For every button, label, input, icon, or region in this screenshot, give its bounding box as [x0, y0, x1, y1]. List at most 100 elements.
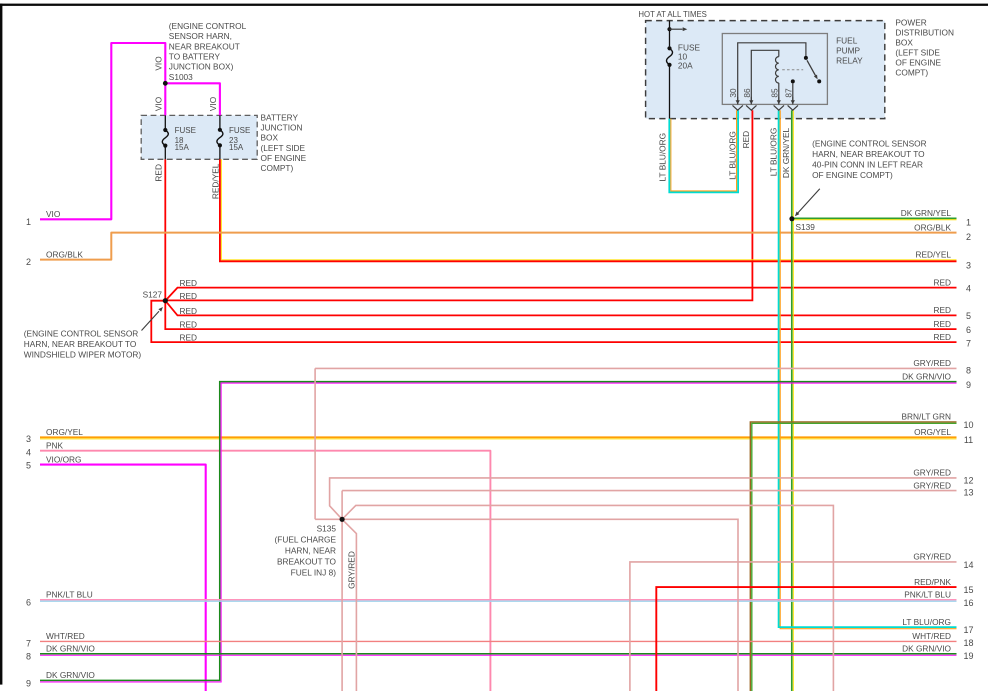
svg-text:VIO: VIO: [153, 56, 163, 71]
svg-text:15A: 15A: [175, 143, 190, 152]
svg-text:S139: S139: [796, 222, 816, 232]
svg-text:RED: RED: [153, 164, 163, 182]
svg-text:FUEL INJ 8): FUEL INJ 8): [291, 568, 337, 578]
svg-text:FUEL: FUEL: [836, 36, 858, 46]
svg-text:HARN, NEAR BREAKOUT TO: HARN, NEAR BREAKOUT TO: [24, 339, 137, 349]
svg-text:NEAR BREAKOUT: NEAR BREAKOUT: [169, 41, 240, 51]
svg-text:(ENGINE CONTROL: (ENGINE CONTROL: [169, 21, 247, 31]
svg-text:PUMP: PUMP: [836, 46, 860, 56]
svg-text:6: 6: [966, 325, 971, 335]
svg-text:8: 8: [966, 366, 971, 376]
svg-text:RED: RED: [180, 278, 198, 288]
svg-text:5: 5: [966, 311, 971, 321]
svg-text:LT BLU/ORG: LT BLU/ORG: [902, 617, 951, 627]
svg-text:FUSE: FUSE: [175, 126, 196, 135]
svg-text:(LEFT SIDE: (LEFT SIDE: [895, 47, 940, 57]
svg-text:WINDSHIELD WIPER MOTOR): WINDSHIELD WIPER MOTOR): [24, 349, 142, 359]
svg-text:ORG/BLK: ORG/BLK: [914, 222, 951, 232]
svg-text:BOX: BOX: [895, 37, 913, 47]
svg-text:LT BLU/ORG: LT BLU/ORG: [658, 133, 668, 182]
svg-text:GRY/RED: GRY/RED: [913, 480, 951, 490]
svg-text:GRY/RED: GRY/RED: [347, 551, 357, 589]
svg-text:(ENGINE CONTROL SENSOR: (ENGINE CONTROL SENSOR: [24, 329, 138, 339]
svg-text:10: 10: [963, 420, 973, 430]
svg-text:15: 15: [963, 585, 973, 595]
svg-text:RELAY: RELAY: [836, 56, 863, 66]
svg-text:COMPT): COMPT): [261, 163, 294, 173]
svg-text:S135: S135: [317, 523, 337, 533]
svg-text:3: 3: [26, 434, 31, 444]
svg-text:BOX: BOX: [261, 133, 279, 143]
svg-text:2: 2: [26, 257, 31, 267]
svg-text:WHT/RED: WHT/RED: [46, 631, 85, 641]
svg-text:GRY/RED: GRY/RED: [913, 358, 951, 368]
svg-text:DK GRN/YEL: DK GRN/YEL: [781, 127, 791, 178]
svg-text:VIO/ORG: VIO/ORG: [46, 454, 82, 464]
svg-text:S1003: S1003: [169, 72, 193, 82]
svg-text:RED: RED: [180, 320, 198, 330]
svg-text:(ENGINE CONTROL SENSOR: (ENGINE CONTROL SENSOR: [812, 139, 926, 149]
svg-text:9: 9: [966, 380, 971, 390]
svg-text:VIO: VIO: [153, 96, 163, 111]
svg-text:PNK/LT BLU: PNK/LT BLU: [46, 590, 93, 600]
svg-text:RED: RED: [180, 333, 198, 343]
svg-text:PNK: PNK: [46, 441, 64, 451]
svg-text:S127: S127: [143, 289, 163, 299]
svg-text:2: 2: [966, 232, 971, 242]
svg-text:JUNCTION: JUNCTION: [261, 123, 303, 133]
svg-text:HARN, NEAR BREAKOUT TO: HARN, NEAR BREAKOUT TO: [812, 149, 925, 159]
svg-text:1: 1: [26, 217, 31, 227]
svg-text:LT BLU/ORG: LT BLU/ORG: [769, 128, 779, 177]
svg-text:7: 7: [966, 339, 971, 349]
svg-text:40-PIN CONN IN LEFT REAR: 40-PIN CONN IN LEFT REAR: [812, 160, 923, 170]
svg-text:RED: RED: [933, 305, 951, 315]
svg-text:OF ENGINE: OF ENGINE: [261, 153, 307, 163]
svg-text:BATTERY: BATTERY: [261, 113, 299, 123]
svg-text:4: 4: [26, 448, 31, 458]
svg-text:8: 8: [26, 652, 31, 662]
svg-text:20A: 20A: [678, 61, 693, 71]
svg-text:TO BATTERY: TO BATTERY: [169, 52, 221, 62]
svg-text:PNK/LT BLU: PNK/LT BLU: [904, 590, 951, 600]
svg-text:DISTRIBUTION: DISTRIBUTION: [895, 27, 954, 37]
svg-text:RED: RED: [180, 306, 198, 316]
svg-text:15A: 15A: [229, 143, 244, 152]
svg-text:6: 6: [26, 598, 31, 608]
svg-text:WHT/RED: WHT/RED: [912, 631, 951, 641]
svg-text:VIO: VIO: [46, 209, 61, 219]
svg-text:RED/PNK: RED/PNK: [914, 577, 951, 587]
svg-text:DK GRN/YEL: DK GRN/YEL: [901, 208, 952, 218]
svg-text:DK GRN/VIO: DK GRN/VIO: [46, 670, 95, 680]
svg-text:COMPT): COMPT): [895, 68, 928, 78]
svg-text:19: 19: [963, 651, 973, 661]
svg-text:HARN, NEAR: HARN, NEAR: [285, 546, 336, 556]
svg-text:18: 18: [963, 638, 973, 648]
svg-text:(LEFT SIDE: (LEFT SIDE: [261, 143, 306, 153]
svg-text:3: 3: [966, 261, 971, 271]
svg-text:(FUEL CHARGE: (FUEL CHARGE: [275, 534, 337, 544]
svg-text:87: 87: [783, 88, 793, 98]
svg-text:5: 5: [26, 460, 31, 470]
svg-text:9: 9: [26, 679, 31, 689]
svg-text:BREAKOUT TO: BREAKOUT TO: [277, 557, 337, 567]
svg-text:RED/YEL: RED/YEL: [210, 163, 220, 199]
svg-text:HOT AT ALL TIMES: HOT AT ALL TIMES: [638, 10, 706, 19]
svg-text:14: 14: [963, 560, 973, 570]
svg-text:RED: RED: [933, 319, 951, 329]
svg-text:85: 85: [769, 88, 779, 98]
svg-text:RED: RED: [933, 277, 951, 287]
svg-text:RED: RED: [741, 131, 751, 149]
svg-text:ORG/BLK: ORG/BLK: [46, 249, 83, 259]
svg-text:17: 17: [963, 625, 973, 635]
svg-text:RED: RED: [180, 291, 198, 301]
svg-text:VIO: VIO: [208, 96, 218, 111]
svg-text:DK GRN/VIO: DK GRN/VIO: [46, 644, 95, 654]
svg-text:13: 13: [963, 488, 973, 498]
svg-text:POWER: POWER: [895, 17, 926, 27]
svg-text:12: 12: [963, 476, 973, 486]
svg-text:SENSOR HARN,: SENSOR HARN,: [169, 31, 232, 41]
svg-text:GRY/RED: GRY/RED: [913, 552, 951, 562]
svg-text:DK GRN/VIO: DK GRN/VIO: [902, 371, 951, 381]
svg-text:ORG/YEL: ORG/YEL: [46, 427, 83, 437]
svg-text:86: 86: [742, 88, 752, 98]
